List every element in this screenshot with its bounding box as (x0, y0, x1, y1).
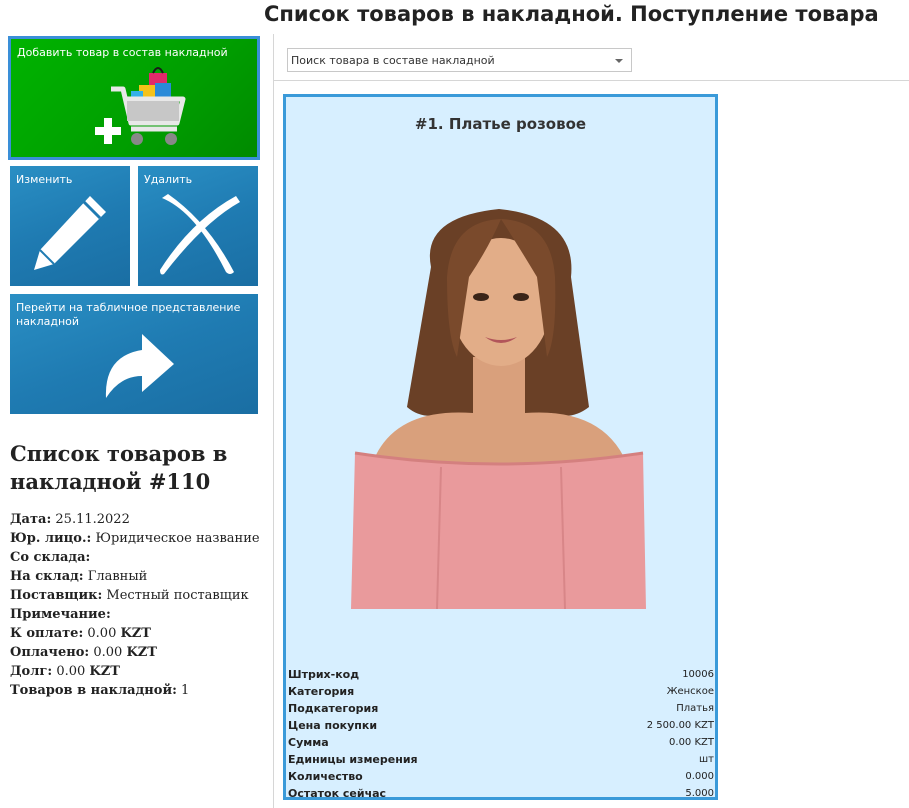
property-value: шт (699, 754, 714, 765)
product-photo (351, 209, 646, 609)
search-input[interactable]: Поиск товара в составе накладной (287, 48, 632, 72)
arrow-icon (105, 334, 174, 398)
property-value: 2 500.00 KZT (646, 720, 714, 731)
delete-label: Удалить (144, 173, 193, 186)
property-row: Сумма 0.00 KZT (288, 734, 714, 751)
info-legal: Юр. лицо.: Юридическое название (10, 531, 260, 546)
panel-divider (273, 34, 274, 808)
property-value: Женское (666, 686, 714, 697)
info-date: Дата: 25.11.2022 (10, 512, 130, 527)
property-key: Остаток сейчас (288, 787, 387, 800)
property-value: 0.00 KZT (669, 737, 714, 748)
property-row: Штрих-код 10006 (288, 666, 714, 683)
info-to: На склад: Главный (10, 569, 148, 584)
delete-button[interactable]: Удалить (138, 166, 258, 286)
window-title: Список товаров в накладной. Поступление … (264, 2, 879, 26)
property-row: Количество 0.000 (288, 768, 714, 785)
add-item-button[interactable]: Добавить товар в состав накладной (8, 36, 260, 160)
cross-icon (160, 194, 240, 275)
property-value: Платья (676, 703, 714, 714)
info-debt: Долг: 0.00 KZT (10, 664, 120, 679)
product-card[interactable]: #1. Платье розовое Штрих-код 10006 Категор… (283, 94, 718, 800)
info-count: Товаров в накладной: 1 (10, 683, 190, 698)
add-item-label: Добавить товар в состав накладной (17, 46, 228, 59)
property-value: 5.000 (685, 788, 714, 799)
property-key: Подкатегория (288, 702, 379, 715)
property-value: 10006 (682, 669, 714, 680)
invoice-title: Список товаров в накладной #110 (10, 441, 228, 494)
property-key: Штрих-код (288, 668, 360, 681)
property-row: Категория Женское (288, 683, 714, 700)
property-value: 0.000 (685, 771, 714, 782)
property-row: Цена покупки 2 500.00 KZT (288, 717, 714, 734)
info-note: Примечание: (10, 607, 111, 622)
info-supplier: Поставщик: Местный поставщик (10, 588, 249, 603)
pencil-icon (34, 196, 106, 270)
edit-label: Изменить (16, 173, 73, 186)
property-key: Сумма (288, 736, 329, 749)
info-paid: Оплачено: 0.00 KZT (10, 645, 157, 660)
property-key: Цена покупки (288, 719, 378, 732)
info-to-pay: К оплате: 0.00 KZT (10, 626, 151, 641)
property-key: Количество (288, 770, 363, 783)
property-key: Категория (288, 685, 355, 698)
property-row: Подкатегория Платья (288, 700, 714, 717)
cart-plus-icon (95, 67, 186, 145)
product-title: #1. Платье розовое (414, 115, 587, 133)
toolbar-divider (274, 80, 909, 81)
edit-button[interactable]: Изменить (10, 166, 130, 286)
property-row: Остаток сейчас 5.000 (288, 785, 714, 802)
product-properties: Штрих-код 10006 Категория Женское Подкатегор… (288, 666, 714, 802)
chevron-down-icon[interactable] (615, 59, 623, 63)
search-placeholder: Поиск товара в составе накладной (291, 54, 495, 67)
property-key: Единицы измерения (288, 753, 418, 766)
info-from: Со склада: (10, 550, 91, 565)
invoice-info: Список товаров в накладной #110 Дата: 25… (10, 440, 265, 700)
table-view-button[interactable]: Перейти на табличное представление накла… (10, 294, 258, 414)
property-row: Единицы измерения шт (288, 751, 714, 768)
